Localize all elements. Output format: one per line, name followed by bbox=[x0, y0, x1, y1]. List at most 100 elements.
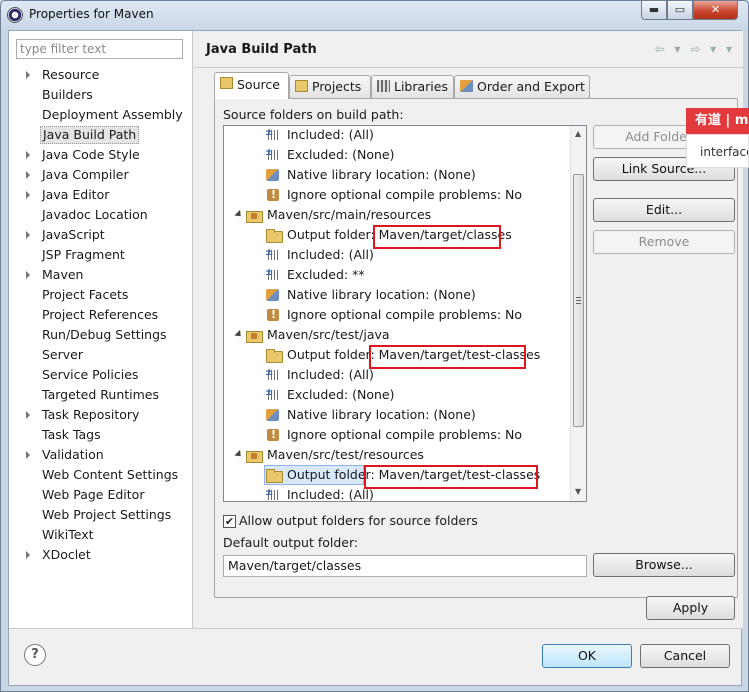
page-title: Java Build Path bbox=[206, 42, 317, 57]
source-folders-label: Source folders on build path: bbox=[223, 107, 404, 122]
default-output-field[interactable]: Maven/target/classes bbox=[223, 555, 587, 577]
expand-arrow-icon[interactable] bbox=[26, 191, 30, 199]
apply-button[interactable]: Apply bbox=[646, 596, 735, 620]
tree-row-label: Excluded: ** bbox=[287, 267, 365, 282]
tab-source[interactable]: Source bbox=[214, 72, 289, 99]
tree-row[interactable]: Included: (All) bbox=[265, 126, 374, 145]
tree-row-label: Included: (All) bbox=[287, 247, 374, 262]
cancel-button[interactable]: Cancel bbox=[640, 644, 730, 668]
tree-scrollbar[interactable]: ▲ ▼ bbox=[570, 126, 586, 501]
source-folder-tree[interactable]: Included: (All) Excluded: (None) Native li… bbox=[223, 125, 587, 502]
maximize-button[interactable]: ▭ bbox=[667, 1, 693, 20]
expand-arrow-icon[interactable] bbox=[26, 231, 30, 239]
nav-item[interactable]: Service Policies bbox=[40, 366, 140, 384]
nav-item[interactable]: Builders bbox=[40, 86, 95, 104]
nav-item[interactable]: Project References bbox=[40, 306, 160, 324]
library-icon bbox=[266, 169, 279, 181]
nav-item[interactable]: Web Content Settings bbox=[40, 466, 180, 484]
scroll-thumb[interactable] bbox=[573, 174, 584, 427]
nav-item[interactable]: Java Editor bbox=[40, 186, 111, 204]
tree-row[interactable]: Ignore optional compile problems: No bbox=[266, 185, 522, 205]
nav-item[interactable]: Validation bbox=[40, 446, 106, 464]
close-button[interactable]: ✕ bbox=[693, 1, 738, 20]
collapse-arrow-icon[interactable] bbox=[234, 209, 244, 220]
nav-item[interactable]: Task Tags bbox=[40, 426, 103, 444]
window-title: Properties for Maven bbox=[29, 7, 154, 21]
scroll-up-icon[interactable]: ▲ bbox=[575, 129, 581, 138]
nav-item[interactable]: Server bbox=[40, 346, 85, 364]
dialog-client: type filter text Resource Builders Deploym… bbox=[8, 30, 743, 686]
scroll-down-icon[interactable]: ▼ bbox=[575, 487, 581, 496]
tab-projects[interactable]: Projects bbox=[289, 75, 371, 98]
source-folder-icon bbox=[246, 328, 263, 343]
tree-row[interactable]: Excluded: (None) bbox=[265, 143, 394, 165]
tree-row[interactable]: Included: (All) bbox=[265, 243, 374, 265]
nav-item[interactable]: JSP Fragment bbox=[40, 246, 127, 264]
nav-item[interactable]: JavaScript bbox=[40, 226, 107, 244]
ok-button[interactable]: OK bbox=[542, 644, 632, 668]
tree-row[interactable]: Excluded: ** bbox=[265, 263, 365, 285]
nav-item[interactable]: Java Build Path bbox=[40, 126, 140, 144]
libraries-tab-icon bbox=[377, 80, 390, 92]
expand-arrow-icon[interactable] bbox=[26, 151, 30, 159]
filter-icon bbox=[265, 483, 281, 501]
filter-icon bbox=[265, 383, 281, 403]
expand-arrow-icon[interactable] bbox=[26, 71, 30, 79]
page-header: Java Build Path ⇦ ▾ ⇨ ▾ ▾ bbox=[194, 31, 743, 67]
youdao-dict-popup[interactable]: 有道 | m interface bbox=[686, 108, 749, 170]
tree-row[interactable]: Native library location: (None) bbox=[266, 165, 476, 185]
tree-row[interactable]: Included: (All) bbox=[265, 483, 374, 501]
tree-row-label: Ignore optional compile problems: No bbox=[287, 427, 523, 442]
tree-row-label: Maven/src/test/java bbox=[267, 327, 390, 342]
nav-item[interactable]: Targeted Runtimes bbox=[40, 386, 161, 404]
collapse-arrow-icon[interactable] bbox=[234, 449, 244, 460]
edit-button[interactable]: Edit... bbox=[593, 198, 735, 222]
nav-item[interactable]: Task Repository bbox=[40, 406, 141, 424]
allow-output-label: Allow output folders for source folders bbox=[239, 513, 478, 528]
projects-tab-icon bbox=[295, 80, 308, 92]
tree-row[interactable]: Native library location: (None) bbox=[266, 285, 476, 305]
library-icon bbox=[266, 289, 279, 301]
expand-arrow-icon[interactable] bbox=[26, 411, 30, 419]
help-icon[interactable]: ? bbox=[24, 644, 46, 666]
tree-row-label: Included: (All) bbox=[287, 367, 374, 382]
expand-arrow-icon[interactable] bbox=[26, 171, 30, 179]
nav-item[interactable]: Project Facets bbox=[40, 286, 130, 304]
nav-item[interactable]: XDoclet bbox=[40, 546, 93, 564]
expand-arrow-icon[interactable] bbox=[26, 551, 30, 559]
collapse-arrow-icon[interactable] bbox=[234, 329, 244, 340]
nav-item[interactable]: Web Page Editor bbox=[40, 486, 146, 504]
nav-item[interactable]: Java Code Style bbox=[40, 146, 142, 164]
minimize-button[interactable]: ▬ bbox=[641, 1, 667, 20]
tab-libraries-label: Libraries bbox=[394, 79, 448, 94]
tab-order-export[interactable]: Order and Export bbox=[454, 75, 590, 98]
history-nav-icons[interactable]: ⇦ ▾ ⇨ ▾ ▾ bbox=[655, 42, 735, 56]
expand-arrow-icon[interactable] bbox=[26, 451, 30, 459]
allow-output-checkbox[interactable]: ✔ bbox=[223, 515, 236, 528]
tree-row[interactable]: Excluded: (None) bbox=[265, 383, 394, 405]
tab-libraries[interactable]: Libraries bbox=[371, 75, 454, 98]
tree-row[interactable]: Maven/src/main/resources bbox=[246, 205, 431, 225]
tree-row[interactable]: Maven/src/test/java bbox=[246, 325, 390, 345]
tree-row[interactable]: Maven/src/test/resources bbox=[246, 445, 424, 465]
nav-item[interactable]: Maven bbox=[40, 266, 85, 284]
remove-button[interactable]: Remove bbox=[593, 230, 735, 254]
nav-item[interactable]: Javadoc Location bbox=[40, 206, 150, 224]
nav-item[interactable]: WikiText bbox=[40, 526, 96, 544]
nav-item[interactable]: Deployment Assembly bbox=[40, 106, 185, 124]
browse-button[interactable]: Browse... bbox=[593, 553, 735, 577]
tree-row[interactable]: Ignore optional compile problems: No bbox=[266, 305, 522, 325]
tree-row-label: Ignore optional compile problems: No bbox=[287, 307, 523, 322]
nav-item[interactable]: Resource bbox=[40, 66, 101, 84]
nav-item[interactable]: Web Project Settings bbox=[40, 506, 173, 524]
tab-projects-label: Projects bbox=[312, 79, 362, 94]
nav-item[interactable]: Run/Debug Settings bbox=[40, 326, 169, 344]
expand-arrow-icon[interactable] bbox=[26, 271, 30, 279]
tree-row[interactable]: Ignore optional compile problems: No bbox=[266, 425, 522, 445]
filter-icon bbox=[265, 126, 281, 143]
tree-row[interactable]: Native library location: (None) bbox=[266, 405, 476, 425]
tree-row-label: Maven/src/main/resources bbox=[267, 207, 432, 222]
filter-input[interactable]: type filter text bbox=[16, 39, 183, 59]
nav-item[interactable]: Java Compiler bbox=[40, 166, 131, 184]
tree-row[interactable]: Included: (All) bbox=[265, 363, 374, 385]
